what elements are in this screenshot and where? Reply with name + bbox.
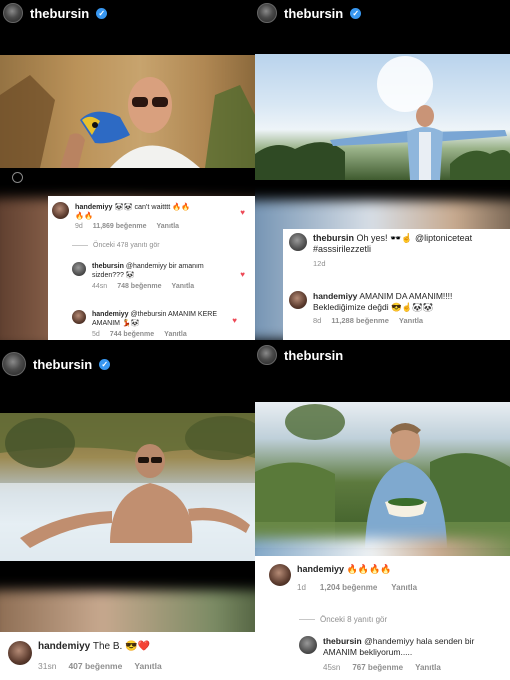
avatar[interactable]: [3, 3, 23, 23]
reply-button[interactable]: Yanıtla: [391, 582, 417, 593]
comment-username[interactable]: handemiyy: [313, 291, 357, 301]
avatar[interactable]: [299, 636, 317, 654]
comment-text: The B. 😎❤️: [92, 641, 150, 652]
post-image-parrot: [0, 55, 255, 168]
avatar[interactable]: [8, 641, 32, 665]
like-heart-icon[interactable]: ♥: [240, 270, 245, 279]
scene-illustration: [255, 404, 510, 548]
post-header[interactable]: thebursin ✓: [3, 2, 108, 24]
scene-illustration: [0, 413, 255, 561]
avatar[interactable]: [269, 564, 291, 586]
avatar[interactable]: [52, 202, 69, 219]
comments-card: handemiyy The B. 😎❤️ 31sn 407 beğenme Ya…: [0, 632, 255, 680]
avatar[interactable]: [257, 3, 277, 23]
comment-username[interactable]: thebursin: [92, 263, 124, 270]
previous-replies-label[interactable]: Önceki 8 yanıtı gör: [320, 615, 387, 624]
comment-time: 12d: [313, 259, 326, 268]
comment-likes[interactable]: 1,204 beğenme: [320, 582, 377, 593]
comment-username[interactable]: handemiyy: [297, 564, 344, 574]
comment-likes[interactable]: 748 beğenme: [117, 282, 161, 291]
reply-button[interactable]: Yanıtla: [415, 662, 441, 673]
post-header[interactable]: thebursin ✓: [2, 350, 111, 378]
comment-time: 45sn: [323, 663, 341, 672]
scene-illustration: [0, 55, 255, 168]
comment-likes[interactable]: 744 beğenme: [110, 330, 154, 339]
comment-time: 5d: [92, 331, 100, 338]
verified-icon: ✓: [350, 7, 362, 19]
comment-likes[interactable]: 407 beğenme: [68, 660, 122, 672]
comments-card: handemiyy 🐼🐼 can't waitttt 🔥🔥 🔥🔥 9d 11,8…: [48, 196, 255, 340]
username[interactable]: thebursin: [33, 357, 92, 372]
like-heart-icon[interactable]: ♥: [232, 316, 237, 325]
panel-top-left: thebursin ✓ handemiyy 🐼🐼 can't waitttt 🔥…: [0, 0, 255, 340]
comment-likes[interactable]: 767 beğenme: [352, 662, 403, 673]
post-image-sky: [255, 54, 510, 180]
verified-icon: ✓: [99, 358, 111, 370]
avatar[interactable]: [289, 233, 307, 251]
username[interactable]: thebursin: [284, 348, 343, 363]
view-previous-replies[interactable]: Önceki 478 yanıtı gör: [72, 242, 160, 249]
comment-reply: thebursin @handemiyy hala senden bir AMA…: [299, 636, 499, 673]
reply-button[interactable]: Yanıtla: [134, 660, 161, 672]
comment-reply: handemiyy AMANIM DA AMANIM!!!! Beklediği…: [289, 291, 507, 326]
comment-prefix: 🐼🐼 can't waitttt 🔥🔥: [114, 202, 191, 211]
comment-username[interactable]: handemiyy: [38, 641, 90, 652]
post-image-garden: [255, 402, 510, 548]
comments-card: thebursin Oh yes! 🕶️☝️ @liptoniceteat #a…: [283, 229, 510, 340]
comment: handemiyy The B. 😎❤️ 31sn 407 beğenme Ya…: [8, 641, 162, 672]
comment-likes[interactable]: 11,869 beğenme: [93, 222, 147, 231]
panel-bottom-left: thebursin ✓ handemiyy The B. 😎❤️ 31sn 40…: [0, 340, 255, 680]
comment-time: 8d: [313, 316, 322, 325]
comment-text: 🔥🔥: [75, 211, 93, 220]
verified-icon: ✓: [96, 7, 108, 19]
comment-time: 1d: [297, 583, 306, 592]
post-image-pool: [0, 413, 255, 561]
comment-time: 44sn: [92, 283, 108, 290]
reply-button[interactable]: Yanıtla: [164, 330, 187, 339]
comment-reply: thebursin @handemiyy bir amanım sizden??…: [72, 262, 222, 291]
comment: handemiyy 🔥🔥🔥🔥 1d 1,204 beğenme Yanıtla: [269, 564, 417, 593]
comment-reply: handemiyy @thebursin AMANIM KERE AMANIM …: [72, 310, 222, 339]
username[interactable]: thebursin: [284, 6, 343, 21]
view-previous-replies[interactable]: Önceki 8 yanıtı gör: [299, 615, 387, 624]
panel-top-right: thebursin ✓ thebursin Oh yes! 🕶️☝️ @lipt…: [255, 0, 510, 340]
avatar[interactable]: [72, 262, 86, 276]
post-header[interactable]: thebursin ✓: [257, 2, 362, 24]
comment-time: 31sn: [38, 661, 57, 671]
reply-button[interactable]: Yanıtla: [157, 222, 180, 231]
comment: handemiyy 🐼🐼 can't waitttt 🔥🔥 🔥🔥 9d 11,8…: [52, 202, 190, 231]
reply-button[interactable]: Yanıtla: [172, 282, 195, 291]
avatar[interactable]: [289, 291, 307, 309]
panel-bottom-right: thebursin handemiyy 🔥🔥🔥🔥 1d 1,204 beğenm…: [255, 340, 510, 680]
comment-username[interactable]: thebursin: [313, 233, 354, 243]
collage: thebursin ✓ handemiyy 🐼🐼 can't waitttt 🔥…: [0, 0, 510, 680]
previous-replies-label[interactable]: Önceki 478 yanıtı gör: [93, 242, 160, 249]
comment-username[interactable]: thebursin: [323, 636, 362, 646]
scene-illustration: [255, 56, 510, 180]
comments-card: handemiyy 🔥🔥🔥🔥 1d 1,204 beğenme Yanıtla …: [255, 556, 510, 680]
avatar[interactable]: [2, 352, 26, 376]
username[interactable]: thebursin: [30, 6, 89, 21]
comment-time: 9d: [75, 223, 83, 230]
reply-button[interactable]: Yanıtla: [399, 315, 423, 326]
comment-likes[interactable]: 11,288 beğenme: [331, 315, 389, 326]
comment-username[interactable]: handemiyy: [75, 202, 113, 211]
comment: thebursin Oh yes! 🕶️☝️ @liptoniceteat #a…: [289, 233, 507, 269]
avatar[interactable]: [257, 345, 277, 365]
avatar[interactable]: [72, 310, 86, 324]
comment-text: 🔥🔥🔥🔥: [346, 564, 392, 574]
like-heart-icon[interactable]: ♥: [240, 208, 245, 217]
post-header[interactable]: thebursin: [257, 344, 343, 366]
post-dot-icon: [12, 172, 23, 183]
comment-username[interactable]: handemiyy: [92, 311, 129, 318]
